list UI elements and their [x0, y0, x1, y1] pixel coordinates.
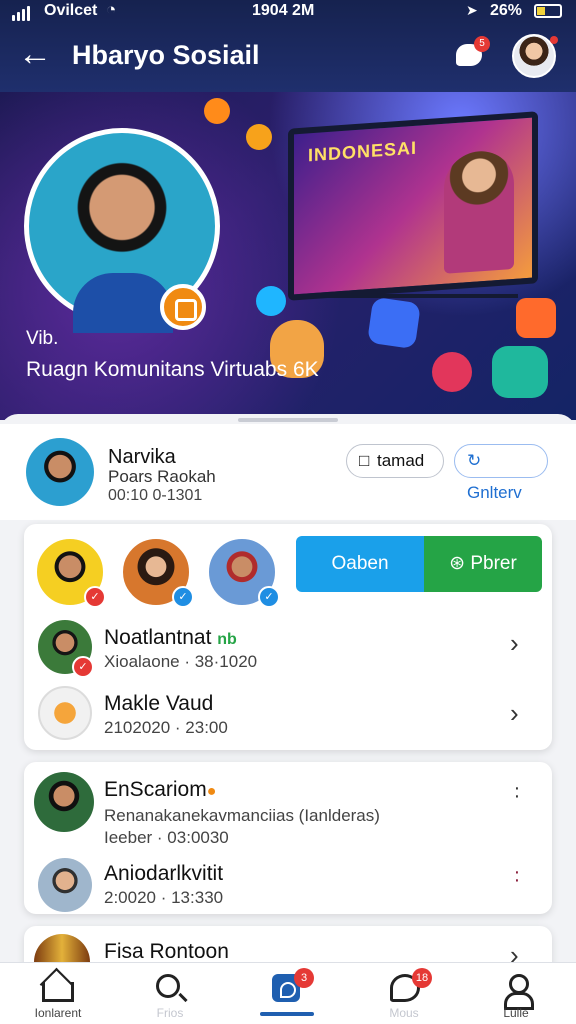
chat-notification-button[interactable]: 5 [454, 36, 490, 70]
heart-icon [516, 298, 556, 338]
app-header: Ovilcet ◔ 1904 2M ➤ 26% ← Hbaryo Sosiail… [0, 0, 576, 92]
emoji-sticker [204, 98, 230, 124]
list-item-title[interactable]: Makle Vaud [104, 692, 213, 716]
smile-icon [492, 346, 548, 398]
list-item-subtitle: Xioalaone · 38·1020 [104, 652, 258, 671]
hammer-icon [367, 296, 421, 350]
nav-label: Lulle [503, 1006, 529, 1020]
list-item-title[interactable]: Aniodarlkvitit [104, 862, 223, 886]
home-icon [42, 982, 74, 1002]
phone-icon [256, 286, 286, 316]
list-item-subtitle: Renanakanekavmanciias (Ianlderas) [104, 806, 380, 825]
list-item-avatar[interactable] [38, 858, 92, 912]
drag-handle[interactable] [238, 418, 338, 422]
page-title: Hbaryo Sosiail [72, 40, 260, 70]
list-item-title[interactable]: Noatlantnat nb [104, 626, 237, 650]
notification-badge: 5 [474, 36, 490, 52]
active-tab-indicator [260, 1012, 314, 1016]
refresh-icon: ↻ [467, 451, 482, 470]
battery-icon [534, 4, 562, 18]
hero-caption: Ruagn Komunitans Virtuabs 6K [26, 358, 319, 381]
pbrer-button[interactable]: ⊛ Pbrer [424, 536, 542, 592]
profile-date: 00:10 0-1301 [108, 487, 203, 504]
hero-banner: INDONESAI Vib. Ruagn Komunitans Virtuabs… [0, 92, 576, 420]
profile-name: Narvika [108, 446, 176, 468]
nav-label: Mous [389, 1006, 419, 1020]
tv-screen: INDONESAI [288, 111, 538, 301]
oaben-button[interactable]: Oaben [296, 536, 424, 592]
list-item-title[interactable]: Fisa Rontoon [104, 940, 229, 964]
verified-badge: ✓ [172, 586, 194, 608]
verified-badge: ✓ [258, 586, 280, 608]
location-icon: ➤ [466, 2, 478, 18]
nav-badge: 3 [294, 968, 314, 988]
more-options-icon[interactable]: · · [512, 778, 522, 806]
user-avatar[interactable] [512, 34, 558, 78]
user-icon [504, 974, 534, 1010]
back-arrow-icon[interactable]: ← [18, 36, 58, 76]
profile-avatar[interactable] [26, 438, 94, 506]
nav-search[interactable]: Frios [130, 970, 210, 1022]
wifi-icon: ◔ [106, 0, 117, 19]
segmented-control: Oaben ⊛ Pbrer [296, 536, 542, 592]
list-item-avatar[interactable] [38, 686, 92, 740]
profile-subtitle: Poars Raokah [108, 467, 216, 486]
tv-title: INDONESAI [308, 137, 418, 166]
search-icon [156, 974, 180, 998]
gnlterv-button[interactable]: ↻Gnlterv [454, 444, 548, 502]
more-options-icon[interactable]: · · [512, 862, 522, 890]
nav-home[interactable]: Ionlarent [18, 970, 98, 1022]
nav-badge: 18 [412, 968, 432, 988]
square-icon: □ [359, 451, 370, 470]
chevron-right-icon[interactable]: › [510, 698, 519, 729]
carrier-label: Ovilcet [44, 2, 98, 19]
clock: 1904 2M [252, 2, 315, 19]
nav-label: Frios [156, 1006, 184, 1020]
list-item-meta: Ieeber · 03:0030 [104, 828, 229, 847]
plus-icon: ⊛ [449, 553, 471, 574]
record-icon [432, 352, 472, 392]
status-dot-icon: ● [206, 783, 217, 800]
list-item-tag: nb [217, 631, 237, 648]
emoji-sticker [246, 124, 272, 150]
list-item-subtitle: 2102020 · 23:00 [104, 718, 228, 737]
nav-profile[interactable]: Lulle [476, 970, 556, 1022]
status-bar: Ovilcet ◔ 1904 2M ➤ 26% [0, 0, 576, 28]
signal-icon [12, 6, 30, 21]
verified-badge: ✓ [72, 656, 94, 678]
list-item-subtitle: 2:0020 · 13:330 [104, 888, 224, 907]
nav-messages[interactable]: 18 Mous [364, 968, 444, 1022]
camera-icon[interactable] [160, 284, 206, 330]
nav-label: Ionlarent [34, 1006, 82, 1020]
list-item-title[interactable]: EnScariom● [104, 778, 216, 802]
list-item-avatar[interactable] [34, 772, 94, 832]
chevron-right-icon[interactable]: › [510, 628, 519, 659]
hero-overline: Vib. [26, 328, 59, 349]
verified-badge: ✓ [84, 586, 106, 608]
battery-percent: 26% [490, 2, 523, 19]
tamad-button[interactable]: □ tamad [346, 444, 444, 478]
